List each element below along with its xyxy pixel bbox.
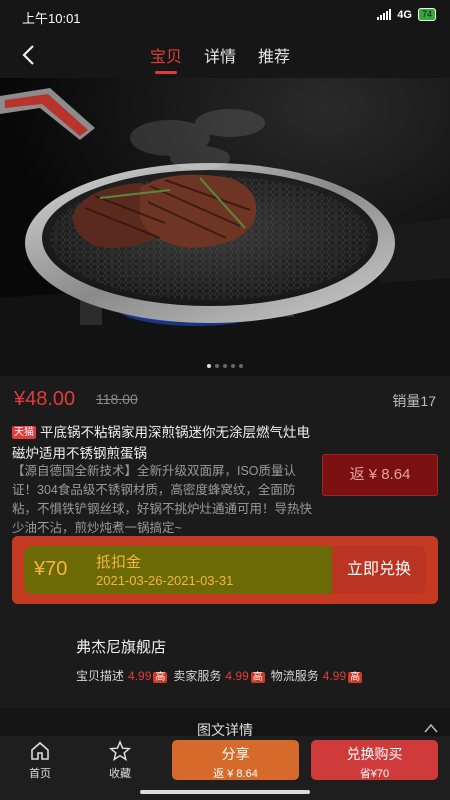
coupon-info: ¥70 抵扣金 2021-03-26-2021-03-31 <box>24 546 344 594</box>
product-image <box>0 78 450 376</box>
share-sub: 返 ¥ 8.64 <box>213 768 258 780</box>
rebate-badge[interactable]: 返 ¥ 8.64 <box>322 454 438 496</box>
tab-recommend[interactable]: 推荐 <box>258 43 290 67</box>
score-logistics: 物流服务 4.99 高 <box>270 669 363 683</box>
tab-baby[interactable]: 宝贝 <box>150 43 182 74</box>
price: ¥48.00 <box>14 388 76 410</box>
product-description: 【源自德国全新技术】全新升级双面屏，ISO质量认证！304食品级不锈钢材质，高密… <box>12 464 313 535</box>
back-arrow-icon[interactable] <box>18 43 42 67</box>
status-time: 上午10:01 <box>22 11 81 26</box>
product-title-text: 平底锅不粘锅家用深煎锅迷你无涂层燃气灶电磁炉适用不锈钢煎蛋锅 <box>12 425 310 461</box>
home-indicator <box>140 790 310 794</box>
status-bar: 上午10:01 4G 74 <box>0 0 450 32</box>
network-label: 4G <box>397 8 412 21</box>
tab-detail[interactable]: 详情 <box>204 43 236 67</box>
original-price: 118.00 <box>96 391 138 407</box>
chevron-up-icon[interactable] <box>424 723 438 733</box>
home-label: 首页 <box>29 768 51 780</box>
coupon-amount: ¥70 <box>34 558 68 580</box>
score-description: 宝贝描述 4.99 高 <box>76 669 168 683</box>
status-icons: 4G 74 <box>377 8 436 21</box>
shop-scores: 宝贝描述 4.99 高 卖家服务 4.99 高 物流服务 4.99 高 <box>76 667 363 685</box>
shop-info: 弗杰尼旗舰店 宝贝描述 4.99 高 卖家服务 4.99 高 物流服务 4.99 高 <box>0 616 450 708</box>
carousel-indicator <box>0 364 450 368</box>
home-button[interactable]: 首页 <box>15 740 65 781</box>
tmall-tag: 天猫 <box>12 426 36 439</box>
buy-label: 兑换购买 <box>346 746 403 762</box>
coupon-date: 2021-03-26-2021-03-31 <box>96 573 234 588</box>
star-icon <box>109 740 131 762</box>
score-service: 卖家服务 4.99 高 <box>173 669 265 683</box>
coupon-card: ¥70 抵扣金 2021-03-26-2021-03-31 立即兑换 <box>12 536 438 604</box>
buy-button[interactable]: 兑换购买 省¥70 <box>311 740 438 780</box>
home-icon <box>31 741 49 760</box>
price-row: ¥48.00 118.00 销量17 <box>0 376 450 420</box>
product-image-carousel[interactable] <box>0 78 450 376</box>
signal-icon <box>377 9 392 20</box>
share-label: 分享 <box>221 746 250 762</box>
redeem-button[interactable]: 立即兑换 <box>332 546 426 594</box>
sales-count: 销量17 <box>392 393 436 409</box>
buy-sub: 省¥70 <box>359 768 390 780</box>
tab-bar: 宝贝 详情 推荐 <box>150 43 290 74</box>
favorite-button[interactable]: 收藏 <box>95 740 145 781</box>
product-title: 天猫 平底锅不粘锅家用深煎锅迷你无涂层燃气灶电磁炉适用不锈钢煎蛋锅 <box>12 422 312 464</box>
top-nav: 宝贝 详情 推荐 <box>0 32 450 78</box>
favorite-label: 收藏 <box>109 768 131 780</box>
coupon-title: 抵扣金 <box>96 554 142 571</box>
share-button[interactable]: 分享 返 ¥ 8.64 <box>172 740 299 780</box>
battery-icon: 74 <box>417 8 436 21</box>
shop-name[interactable]: 弗杰尼旗舰店 <box>76 636 166 657</box>
